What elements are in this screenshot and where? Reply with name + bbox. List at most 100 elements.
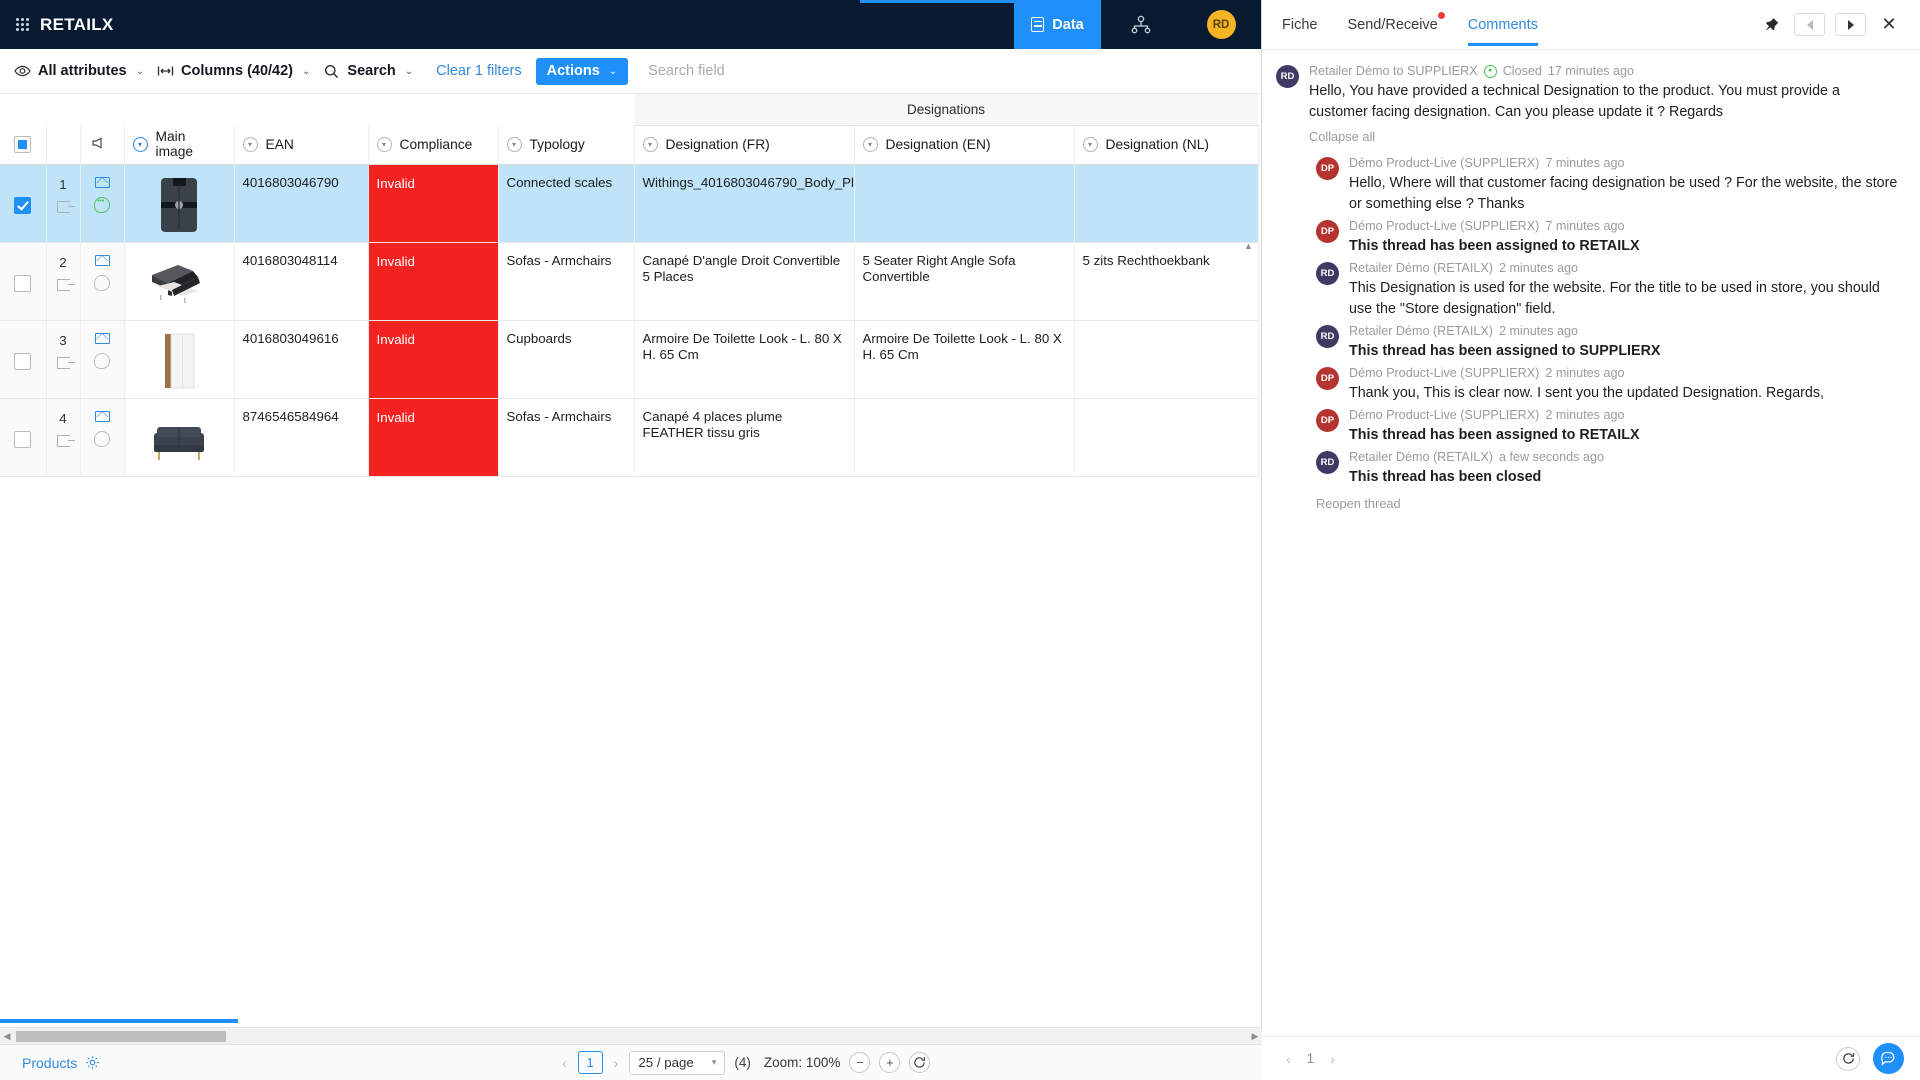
row-number: 1 [59,177,66,193]
tab-data[interactable]: Data [1014,0,1101,49]
column-group-header-row: Designations [0,94,1258,125]
row-image-cell[interactable] [124,320,234,398]
closed-thread-icon: ● [1484,65,1497,78]
mail-icon[interactable] [95,177,110,188]
reply-meta: Démo Product-Live (SUPPLIERX) 2 minutes … [1349,406,1898,424]
column-header-typology[interactable]: ▾ Typology [498,125,634,164]
expand-icon[interactable] [57,201,70,213]
chevron-down-icon[interactable]: ▾ [507,137,522,152]
column-header-ean[interactable]: ▾ EAN [234,125,368,164]
tab-comments[interactable]: Comments [1468,3,1538,46]
search-dropdown[interactable]: Search ⌄ [323,63,426,80]
row-checkbox[interactable] [14,197,31,214]
row-image-cell[interactable] [124,242,234,320]
row-checkbox[interactable] [14,275,31,292]
comment-bubble-icon[interactable] [94,431,110,447]
avatar[interactable]: RD [1207,10,1236,39]
horizontal-scrollbar[interactable]: ◀ ▶ [0,1027,1262,1044]
grid-vertical-scrollbar[interactable]: ▲ [1244,242,1253,404]
table-row[interactable]: 1 4016803046790 [0,164,1258,242]
comment-bubble-icon[interactable] [94,275,110,291]
apps-grid-icon[interactable] [16,18,29,31]
chevron-down-icon: ⌄ [302,66,310,77]
comment-time: 2 minutes ago [1545,364,1624,382]
close-icon[interactable]: ✕ [1872,14,1906,35]
tab-fiche[interactable]: Fiche [1282,3,1317,46]
row-number-header [46,125,80,164]
zoom-out-button[interactable]: − [849,1052,870,1073]
row-select-cell[interactable] [0,242,46,320]
column-header-label: Compliance [400,137,473,152]
chevron-right-icon[interactable]: › [1330,1051,1335,1067]
brand-logo[interactable]: RETAILX [0,0,114,49]
chevron-down-icon[interactable]: ▾ [643,137,658,152]
mail-icon[interactable] [95,333,110,344]
table-row[interactable]: 2 [0,242,1258,320]
comment-replies-list: DP Démo Product-Live (SUPPLIERX) 7 minut… [1316,154,1898,488]
reply-body: Retailer Démo (RETAILX) a few seconds ag… [1349,448,1898,488]
collapse-all-button[interactable]: Collapse all [1309,129,1898,144]
actions-button[interactable]: Actions ⌄ [536,58,629,85]
row-designation-fr-cell: Armoire De Toilette Look - L. 80 X H. 65… [634,320,854,398]
select-all-header[interactable] [0,125,46,164]
current-page-button[interactable]: 1 [578,1051,603,1074]
row-select-cell[interactable] [0,398,46,476]
comment-time: 7 minutes ago [1545,154,1624,172]
next-item-button[interactable] [1835,13,1866,36]
expand-icon[interactable] [57,435,70,447]
comment-text: Hello, You have provided a technical Des… [1309,81,1898,123]
row-typology-cell: Cupboards [498,320,634,398]
reset-zoom-button[interactable] [909,1052,930,1073]
expand-icon[interactable] [57,357,70,369]
clear-filters-button[interactable]: Clear 1 filters [436,63,521,79]
mail-icon[interactable] [95,255,110,266]
row-select-cell[interactable] [0,164,46,242]
page-size-select[interactable]: 25 / page ▾ [629,1051,725,1075]
reopen-thread-button[interactable]: Reopen thread [1316,496,1898,511]
row-checkbox[interactable] [14,353,31,370]
chevron-left-icon[interactable]: ‹ [1286,1051,1291,1067]
scroll-up-icon[interactable]: ▲ [1244,242,1253,251]
column-header-designation-nl[interactable]: ▾ Designation (NL) [1074,125,1258,164]
previous-item-button[interactable] [1794,13,1825,36]
mail-icon[interactable] [95,411,110,422]
comment-bubble-icon[interactable] [94,353,110,369]
tab-products[interactable]: Products [0,1055,100,1071]
row-select-cell[interactable] [0,320,46,398]
chevron-down-icon[interactable]: ▾ [1083,137,1098,152]
column-header-main-image[interactable]: ▾ Main image [124,125,234,164]
chat-bubble-icon[interactable] [1873,1043,1904,1074]
chevron-down-icon[interactable]: ▾ [377,137,392,152]
pin-icon[interactable] [1758,17,1784,33]
comment-bubble-icon[interactable] [94,197,110,213]
column-header-designation-en[interactable]: ▾ Designation (EN) [854,125,1074,164]
chevron-down-icon[interactable]: ▾ [863,137,878,152]
application-window: RETAILX Data RD [0,0,1920,1080]
row-image-cell[interactable] [124,164,234,242]
chevron-down-icon[interactable]: ▾ [133,137,148,152]
list-item: DP Démo Product-Live (SUPPLIERX) 2 minut… [1316,406,1898,446]
row-compliance-cell: Invalid [368,164,498,242]
search-input[interactable]: Search field [648,63,725,79]
row-checkbox[interactable] [14,431,31,448]
row-image-cell[interactable] [124,398,234,476]
expand-icon[interactable] [57,279,70,291]
table-row[interactable]: 4 8746546 [0,398,1258,476]
gear-icon[interactable] [85,1055,100,1070]
refresh-icon[interactable] [1836,1047,1860,1071]
scroll-right-icon[interactable]: ▶ [1248,1031,1262,1042]
column-header-compliance[interactable]: ▾ Compliance [368,125,498,164]
tab-send-receive[interactable]: Send/Receive [1347,3,1437,46]
scroll-left-icon[interactable]: ◀ [0,1031,14,1042]
zoom-in-button[interactable]: + [879,1052,900,1073]
chevron-down-icon[interactable]: ▾ [243,137,258,152]
select-all-checkbox[interactable] [14,136,31,153]
next-page-button[interactable]: › [612,1055,621,1071]
column-header-designation-fr[interactable]: ▾ Designation (FR) [634,125,854,164]
all-attributes-dropdown[interactable]: All attributes ⌄ [14,63,157,80]
table-row[interactable]: 3 4016803049616 Invalid [0,320,1258,398]
scrollbar-thumb[interactable] [16,1031,226,1042]
hierarchy-icon[interactable] [1101,0,1181,49]
previous-page-button[interactable]: ‹ [560,1055,569,1071]
columns-dropdown[interactable]: Columns (40/42) ⌄ [157,63,323,80]
